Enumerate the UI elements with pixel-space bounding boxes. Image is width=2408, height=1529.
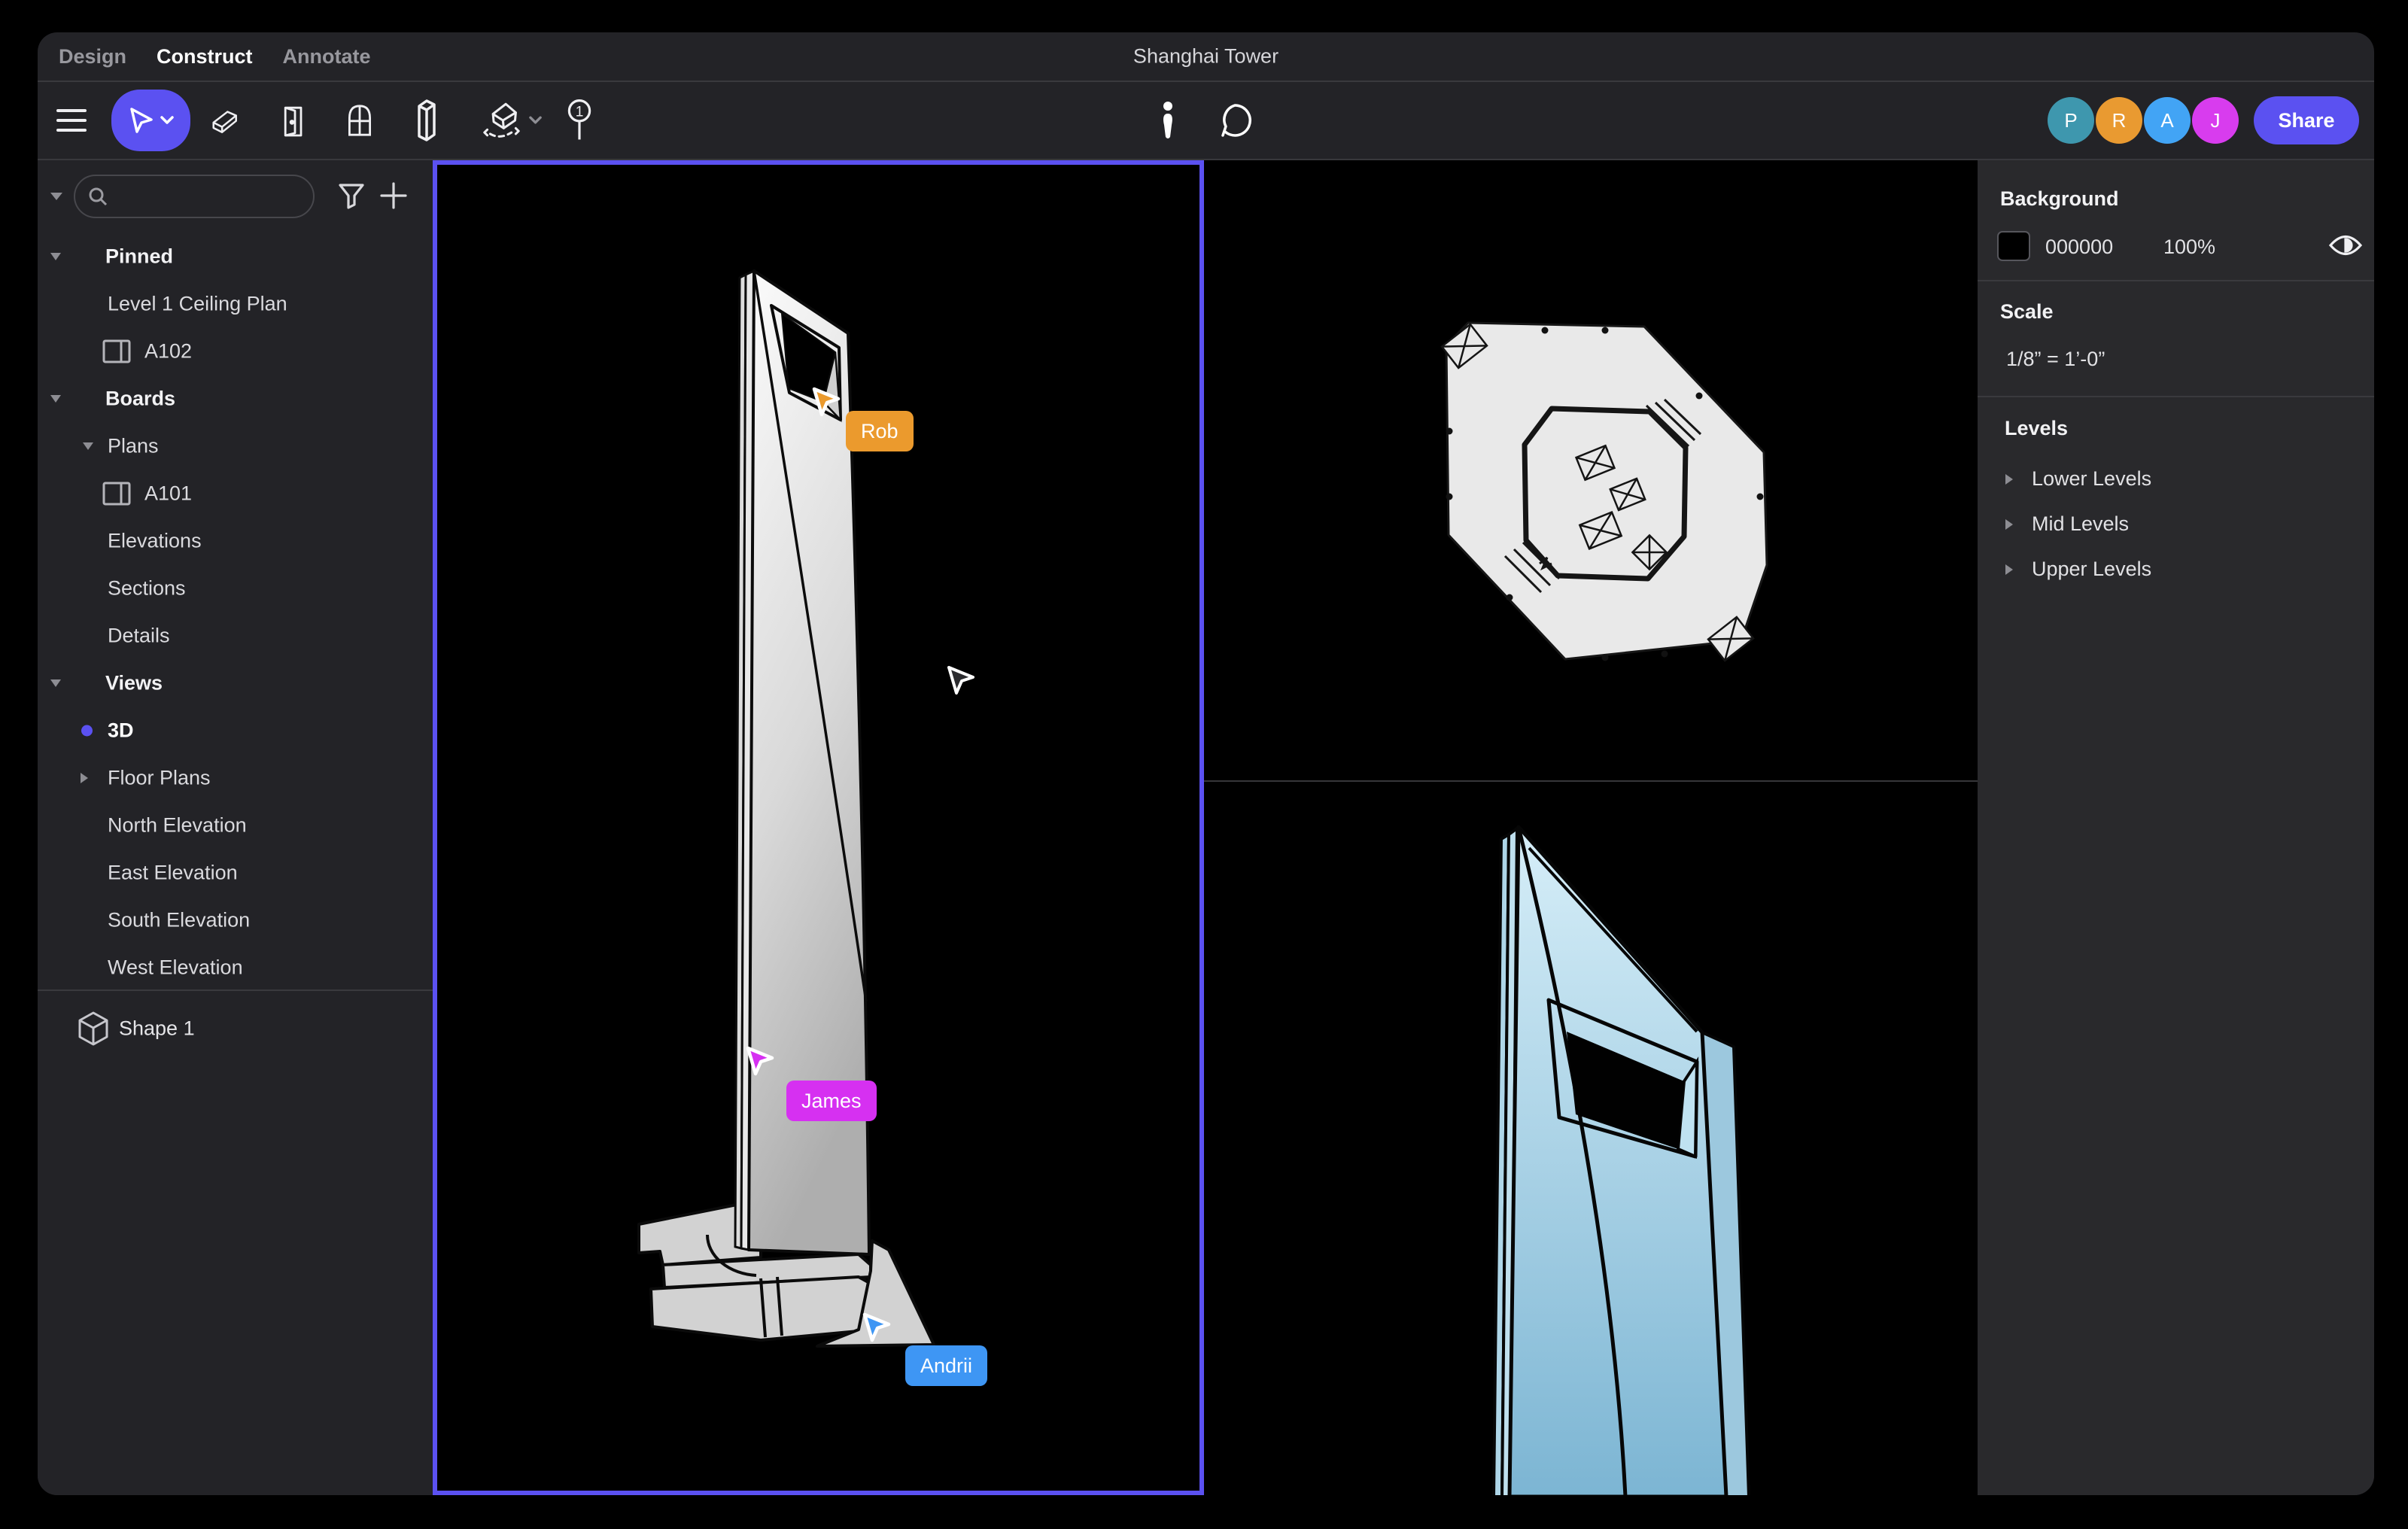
avatar[interactable]: J — [2192, 97, 2239, 144]
sheet-icon — [102, 339, 131, 363]
presence-row: P R A J Share — [2048, 82, 2359, 159]
project-sidebar: Pinned Level 1 Ceiling Plan A102 Boards — [38, 160, 433, 1495]
caret-down-icon[interactable] — [82, 442, 94, 451]
level-group-upper[interactable]: Upper Levels — [2032, 558, 2151, 581]
background-opacity-value[interactable]: 100% — [2163, 236, 2215, 259]
window-tool-icon[interactable] — [345, 98, 375, 143]
floor-plan-view[interactable] — [1204, 160, 1978, 780]
tree-item[interactable]: West Elevation — [38, 944, 433, 991]
level-group-mid[interactable]: Mid Levels — [2032, 512, 2129, 536]
add-icon[interactable] — [379, 181, 408, 211]
tab-annotate[interactable]: Annotate — [283, 45, 371, 68]
tree-section-views[interactable]: Views — [38, 659, 433, 707]
person-icon[interactable] — [1160, 101, 1176, 140]
cursor-arrow-icon — [129, 107, 154, 134]
search-input[interactable] — [116, 185, 296, 208]
caret-right-icon[interactable] — [2005, 564, 2014, 576]
wall-tool-icon[interactable] — [209, 99, 239, 141]
app-window: Design Construct Annotate Shanghai Tower — [38, 32, 2374, 1495]
collab-tools — [1160, 82, 1254, 159]
caret-right-icon[interactable] — [2005, 518, 2014, 530]
tab-construct[interactable]: Construct — [157, 45, 253, 68]
tree-section-pinned[interactable]: Pinned — [38, 233, 433, 280]
floor-plan-drawing — [1204, 160, 1978, 780]
search-box[interactable] — [74, 175, 315, 218]
section-divider — [1978, 280, 2374, 281]
avatar[interactable]: A — [2144, 97, 2191, 144]
scale-section-title: Scale — [2000, 300, 2054, 324]
tower-detail-drawing — [1204, 782, 1978, 1495]
cursor-james — [746, 1046, 777, 1078]
sidebar-divider — [38, 989, 433, 991]
tree-item[interactable]: Elevations — [38, 517, 433, 564]
caret-down-icon[interactable] — [50, 679, 62, 688]
cursor-label-andrii: Andrii — [905, 1345, 987, 1386]
hamburger-menu-icon[interactable] — [56, 108, 87, 133]
search-icon — [87, 186, 108, 207]
tree-section-boards[interactable]: Boards — [38, 375, 433, 422]
level-group-lower[interactable]: Lower Levels — [2032, 467, 2151, 491]
tag-tool-icon[interactable]: 1 — [564, 96, 594, 144]
tree-subsection-plans[interactable]: Plans — [38, 422, 433, 470]
column-tool-icon[interactable] — [412, 97, 442, 144]
cursor-label-james: James — [786, 1081, 877, 1121]
chevron-down-icon — [160, 116, 174, 125]
caret-right-icon[interactable] — [2005, 473, 2014, 485]
visibility-eye-icon[interactable] — [2328, 233, 2363, 258]
cursor-andrii — [862, 1312, 894, 1344]
detail-3d-view[interactable] — [1204, 782, 1978, 1495]
background-section-title: Background — [2000, 187, 2119, 211]
filter-icon[interactable] — [337, 181, 366, 211]
tree-item[interactable]: Sections — [38, 564, 433, 612]
active-view-dot — [81, 725, 93, 736]
tree-item[interactable]: East Elevation — [38, 849, 433, 896]
document-title: Shanghai Tower — [1133, 45, 1278, 68]
caret-right-icon[interactable] — [80, 772, 89, 784]
properties-sidebar: Background 000000 100% Scale 1/8” = 1’-0… — [1978, 160, 2374, 1495]
cursor-rob — [812, 387, 844, 418]
tree-item-sheet[interactable]: A101 — [38, 470, 433, 517]
tree-item[interactable]: South Elevation — [38, 896, 433, 944]
tree-item-floor-plans[interactable]: Floor Plans — [38, 754, 433, 801]
background-color-swatch[interactable] — [1997, 231, 2030, 261]
tab-design[interactable]: Design — [59, 45, 126, 68]
section-divider — [1978, 396, 2374, 397]
caret-down-icon[interactable] — [50, 252, 62, 261]
local-cursor — [947, 665, 978, 697]
tower-3d-model — [437, 165, 1199, 1492]
shape-list-item[interactable]: Shape 1 — [38, 1002, 433, 1056]
select-tool-button[interactable] — [111, 90, 190, 151]
tree-item[interactable]: North Elevation — [38, 801, 433, 849]
top-bar: Design Construct Annotate Shanghai Tower — [38, 32, 2374, 81]
toolbar: 1 P R A J Share — [38, 81, 2374, 159]
avatar[interactable]: P — [2048, 97, 2094, 144]
shape-tool-icon[interactable] — [482, 97, 542, 144]
project-tree: Pinned Level 1 Ceiling Plan A102 Boards — [38, 233, 433, 991]
secondary-views — [1204, 160, 1978, 1495]
levels-section-title: Levels — [2005, 417, 2068, 440]
sheet-icon — [102, 482, 131, 506]
background-hex-value[interactable]: 000000 — [2045, 236, 2113, 259]
caret-down-icon[interactable] — [50, 394, 62, 403]
tree-item[interactable]: Level 1 Ceiling Plan — [38, 280, 433, 327]
tree-item-3d-view[interactable]: 3D — [38, 707, 433, 754]
mode-tabs: Design Construct Annotate — [38, 45, 371, 68]
cube-icon — [77, 1011, 110, 1047]
share-button[interactable]: Share — [2254, 96, 2359, 144]
cursor-label-rob: Rob — [846, 411, 914, 451]
svg-text:1: 1 — [576, 105, 584, 120]
scale-value[interactable]: 1/8” = 1’-0” — [2006, 348, 2105, 371]
chevron-down-icon — [529, 116, 542, 125]
sidebar-collapse-caret-icon[interactable] — [50, 191, 63, 201]
door-tool-icon[interactable] — [277, 99, 307, 142]
tree-item[interactable]: Details — [38, 612, 433, 659]
avatar[interactable]: R — [2096, 97, 2142, 144]
comment-icon[interactable] — [1215, 101, 1254, 140]
tree-item-sheet[interactable]: A102 — [38, 327, 433, 375]
main-viewport[interactable]: Rob James Andrii — [433, 160, 1204, 1495]
